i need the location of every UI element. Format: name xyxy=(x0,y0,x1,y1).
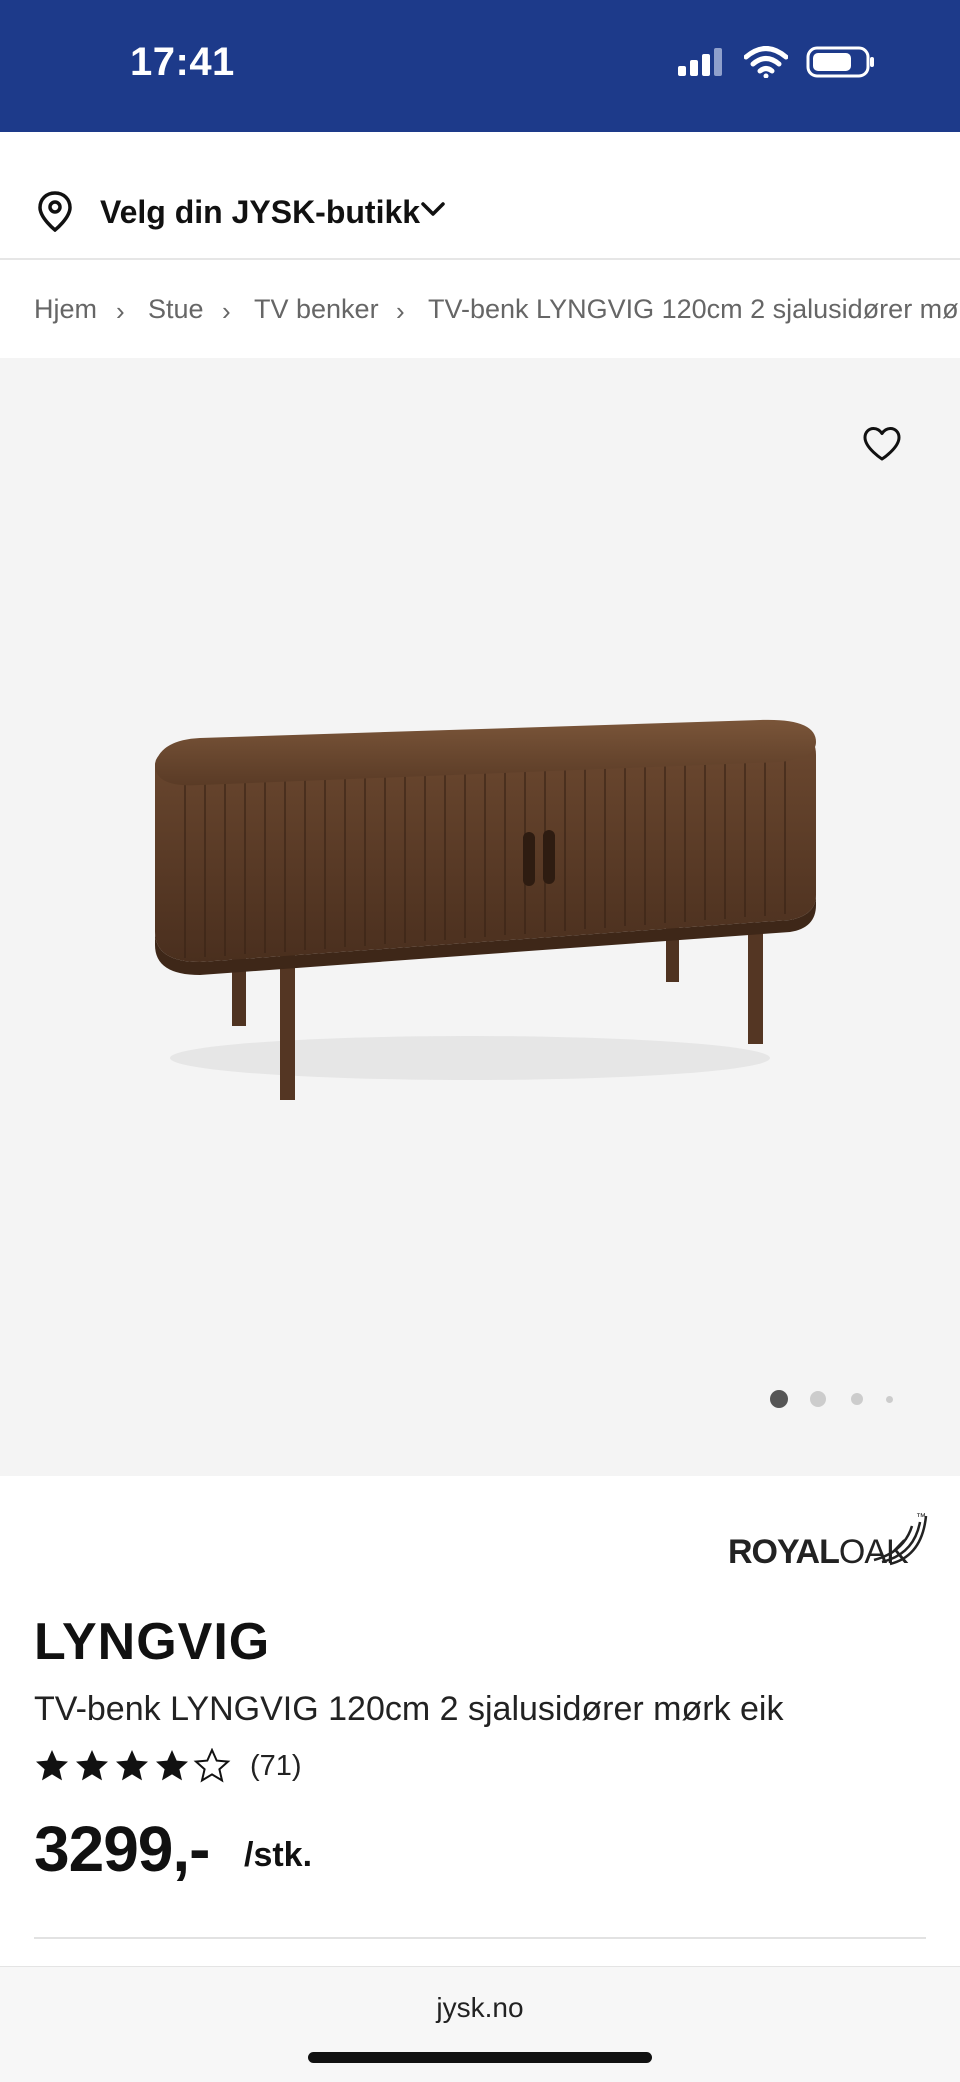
status-bar: 17:41 xyxy=(0,0,960,132)
home-indicator[interactable] xyxy=(308,2052,652,2063)
product-description: TV-benk LYNGVIG 120cm 2 sjalusidører mør… xyxy=(34,1690,784,1728)
chevron-right-icon: › xyxy=(222,296,231,326)
location-pin-icon xyxy=(38,191,72,232)
breadcrumb-item-home[interactable]: Hjem xyxy=(34,294,97,325)
gallery-dot-active[interactable] xyxy=(770,1390,788,1408)
gallery-dot[interactable] xyxy=(851,1393,863,1405)
gallery-dot[interactable] xyxy=(810,1391,826,1407)
brand-trademark: ™ xyxy=(916,1512,926,1523)
star-rating-icon xyxy=(36,1749,229,1782)
gallery-dot[interactable] xyxy=(886,1396,893,1403)
battery-icon xyxy=(806,46,874,78)
browser-url[interactable]: jysk.no xyxy=(0,1992,960,2024)
chevron-right-icon: › xyxy=(396,296,405,326)
brand-name-bold: ROYAL xyxy=(728,1533,840,1571)
store-selector[interactable]: Velg din JYSK-butikk xyxy=(0,132,960,260)
breadcrumb: Hjem › Stue › TV benker › TV-benk LYNGVI… xyxy=(0,258,960,358)
product-rating[interactable]: (71) xyxy=(34,1748,302,1784)
wifi-icon xyxy=(744,46,788,78)
breadcrumb-item-tv-benker[interactable]: TV benker xyxy=(254,294,379,325)
breadcrumb-item-current: TV-benk LYNGVIG 120cm 2 sjalusidører mør… xyxy=(428,294,960,324)
chevron-right-icon: › xyxy=(116,296,125,326)
gallery-pagination xyxy=(770,1390,900,1410)
product-price: 3299,- xyxy=(34,1813,210,1885)
product-image xyxy=(155,719,816,1100)
status-icons xyxy=(678,46,876,78)
chevron-down-icon xyxy=(421,202,445,216)
product-title: LYNGVIG xyxy=(34,1613,271,1671)
store-selector-label: Velg din JYSK-butikk xyxy=(100,194,421,230)
heart-icon[interactable] xyxy=(862,426,902,462)
breadcrumb-item-stue[interactable]: Stue xyxy=(148,294,204,325)
browser-address-bar[interactable] xyxy=(0,1966,960,2082)
status-time: 17:41 xyxy=(130,40,235,84)
rating-count: (71) xyxy=(250,1749,302,1782)
divider xyxy=(34,1937,926,1939)
signal-icon xyxy=(678,48,722,76)
price-unit: /stk. xyxy=(244,1836,313,1874)
